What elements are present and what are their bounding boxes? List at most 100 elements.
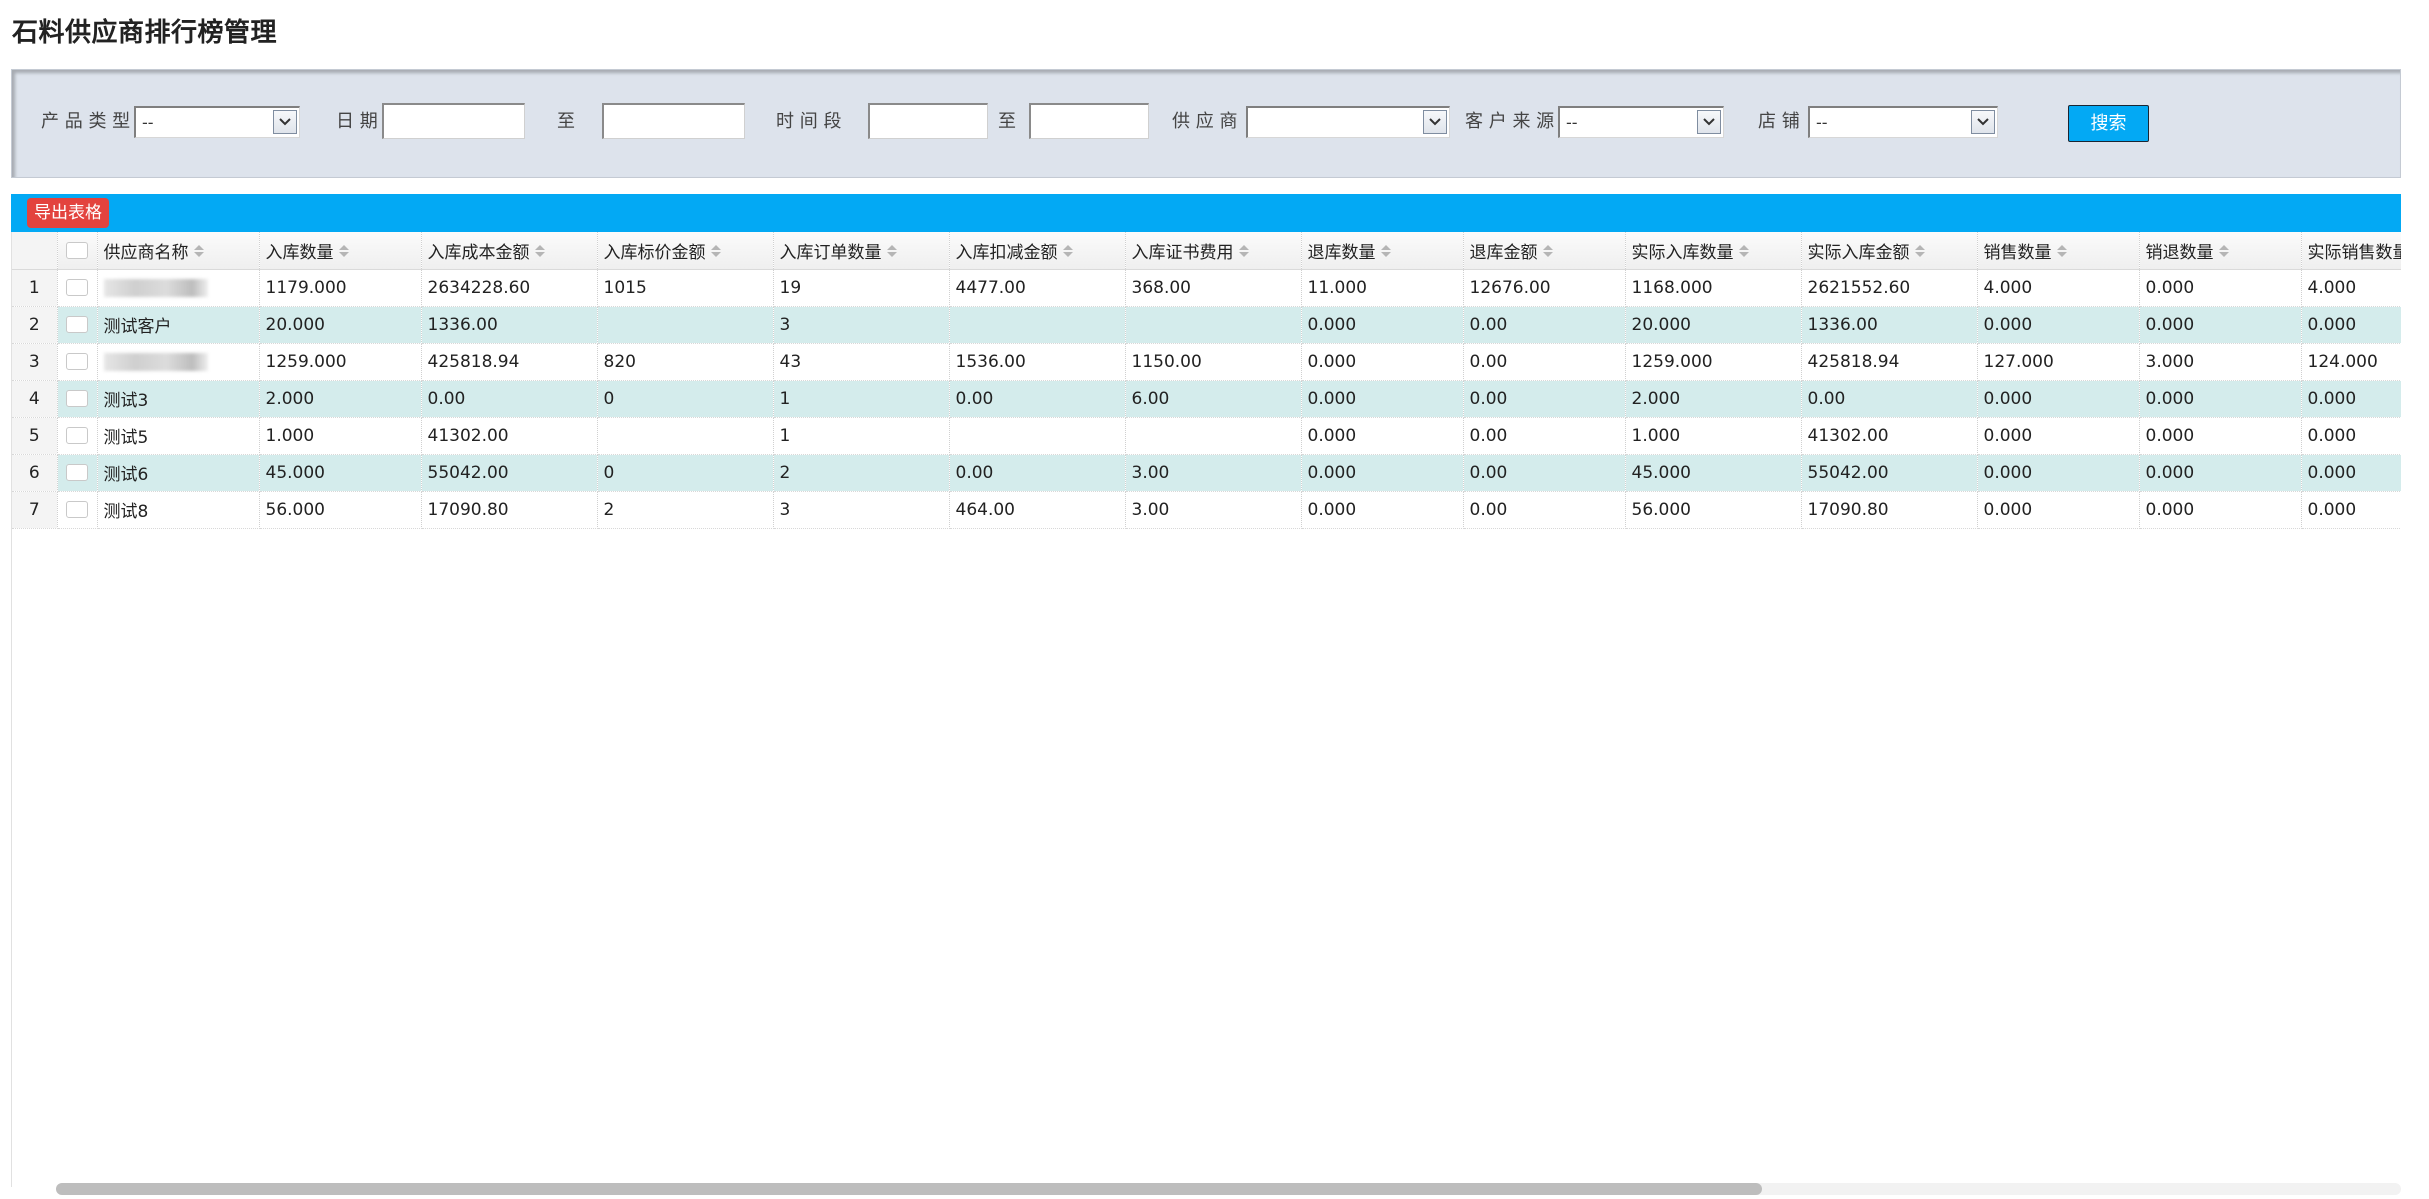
table-cell: 0.000 — [2301, 306, 2401, 344]
table-cell — [597, 417, 774, 455]
redacted-supplier-name — [103, 352, 208, 371]
time-from-input[interactable] — [868, 103, 988, 139]
sort-icon[interactable] — [1738, 243, 1750, 263]
row-checkbox[interactable] — [66, 279, 88, 296]
column-header-label: 入库扣减金额 — [955, 242, 1058, 263]
store-label: 店 铺 — [1758, 111, 1800, 132]
table-cell: 17090.80 — [421, 491, 598, 529]
column-header[interactable]: 入库证书费用 — [1125, 232, 1302, 270]
supplier-name-cell: 测试8 — [97, 491, 260, 529]
sort-icon[interactable] — [886, 243, 898, 263]
time-to-input[interactable] — [1029, 103, 1149, 139]
supplier-name-cell — [97, 343, 260, 381]
sort-icon[interactable] — [338, 243, 350, 263]
column-header[interactable]: 实际销售数量 — [2301, 232, 2401, 270]
table-row[interactable]: 6 测试6 45.000 55042.00 0 2 0.00 3.00 0.000 0.00 45.… — [12, 454, 2401, 492]
date-to-input[interactable] — [602, 103, 745, 139]
table-cell: 11.000 — [1301, 269, 1464, 307]
row-number: 4 — [12, 380, 58, 418]
sort-icon[interactable] — [1914, 243, 1926, 263]
chevron-down-icon[interactable] — [1423, 110, 1447, 134]
table-cell: 1 — [773, 417, 950, 455]
row-checkbox[interactable] — [66, 464, 88, 481]
column-header[interactable]: 实际入库数量 — [1625, 232, 1802, 270]
table-cell — [949, 306, 1126, 344]
customer-source-value: -- — [1566, 113, 1578, 132]
row-checkbox[interactable] — [66, 501, 88, 518]
table-cell: 1015 — [597, 269, 774, 307]
table-cell: 56.000 — [1625, 491, 1802, 529]
column-header[interactable]: 入库成本金额 — [421, 232, 598, 270]
table-cell: 0.000 — [1977, 491, 2140, 529]
row-checkbox[interactable] — [66, 390, 88, 407]
table-cell: 41302.00 — [421, 417, 598, 455]
sort-icon[interactable] — [534, 243, 546, 263]
table-cell: 43 — [773, 343, 950, 381]
table-row[interactable]: 2 测试客户 20.000 1336.00 3 0.000 0.00 20.000 1336.0… — [12, 306, 2401, 344]
column-header[interactable]: 退库金额 — [1463, 232, 1626, 270]
table-row[interactable]: 4 测试3 2.000 0.00 0 1 0.00 6.00 0.000 0.00 2.000 0.0… — [12, 380, 2401, 418]
column-header[interactable]: 入库数量 — [259, 232, 422, 270]
horizontal-scrollbar[interactable] — [56, 1183, 2401, 1195]
sort-icon[interactable] — [1062, 243, 1074, 263]
sort-icon[interactable] — [710, 243, 722, 263]
table-cell: 464.00 — [949, 491, 1126, 529]
scrollbar-thumb[interactable] — [56, 1183, 1762, 1195]
chevron-down-icon[interactable] — [273, 110, 297, 134]
sort-icon[interactable] — [1380, 243, 1392, 263]
column-header[interactable]: 入库扣减金额 — [949, 232, 1126, 270]
date-from-input[interactable] — [382, 103, 525, 139]
table-cell: 0.000 — [2301, 454, 2401, 492]
redacted-supplier-name — [103, 278, 208, 297]
time-range-label: 时 间 段 — [776, 111, 842, 132]
column-header[interactable]: 入库标价金额 — [597, 232, 774, 270]
table-cell: 2634228.60 — [421, 269, 598, 307]
column-header[interactable]: 入库订单数量 — [773, 232, 950, 270]
export-table-button[interactable]: 导出表格 — [27, 198, 109, 228]
table-cell: 0.000 — [1301, 343, 1464, 381]
table-cell: 368.00 — [1125, 269, 1302, 307]
column-header[interactable]: 实际入库金额 — [1801, 232, 1978, 270]
sort-icon[interactable] — [2218, 243, 2230, 263]
sort-icon[interactable] — [1238, 243, 1250, 263]
table-cell: 1259.000 — [1625, 343, 1802, 381]
to-label: 至 — [998, 111, 1016, 132]
select-all-checkbox[interactable] — [66, 241, 88, 259]
column-header-label: 入库订单数量 — [779, 242, 882, 263]
sort-icon[interactable] — [193, 243, 205, 263]
store-select[interactable]: -- — [1808, 106, 1998, 138]
column-header-label: 实际入库金额 — [1807, 242, 1910, 263]
search-button[interactable]: 搜索 — [2068, 105, 2149, 142]
page-title: 石料供应商排行榜管理 — [12, 18, 278, 48]
table-row[interactable]: 3 1259.000 425818.94 820 43 1536.00 1150.00 0.0… — [12, 343, 2401, 381]
table-cell: 20.000 — [259, 306, 422, 344]
customer-source-select[interactable]: -- — [1558, 106, 1724, 138]
row-checkbox[interactable] — [66, 427, 88, 444]
customer-source-label: 客 户 来 源 — [1465, 111, 1555, 132]
row-checkbox[interactable] — [66, 353, 88, 370]
column-header[interactable]: 销售数量 — [1977, 232, 2140, 270]
column-header[interactable]: 供应商名称 — [97, 232, 260, 270]
table-cell: 2 — [773, 454, 950, 492]
table-row[interactable]: 1 1179.000 2634228.60 1015 19 4477.00 368.00 11… — [12, 269, 2401, 307]
rownum-header — [12, 232, 58, 270]
chevron-down-icon[interactable] — [1697, 110, 1721, 134]
table-cell: 0.00 — [1463, 380, 1626, 418]
table-row[interactable]: 7 测试8 56.000 17090.80 2 3 464.00 3.00 0.000 0.00 5… — [12, 491, 2401, 529]
chevron-down-icon[interactable] — [1971, 110, 1995, 134]
column-header-label: 供应商名称 — [103, 242, 189, 263]
table-cell: 1259.000 — [259, 343, 422, 381]
row-checkbox[interactable] — [66, 316, 88, 333]
table-cell: 0.00 — [1463, 417, 1626, 455]
sort-icon[interactable] — [2056, 243, 2068, 263]
column-header[interactable]: 退库数量 — [1301, 232, 1464, 270]
table-row[interactable]: 5 测试5 1.000 41302.00 1 0.000 0.00 1.000 41302.00… — [12, 417, 2401, 455]
supplier-select[interactable] — [1246, 106, 1450, 138]
table-cell: 0.00 — [949, 380, 1126, 418]
table-cell: 1536.00 — [949, 343, 1126, 381]
column-header[interactable]: 销退数量 — [2139, 232, 2302, 270]
table-cell: 0.000 — [1301, 454, 1464, 492]
product-type-select[interactable]: -- — [134, 106, 300, 138]
table-cell: 124.000 — [2301, 343, 2401, 381]
sort-icon[interactable] — [1542, 243, 1554, 263]
